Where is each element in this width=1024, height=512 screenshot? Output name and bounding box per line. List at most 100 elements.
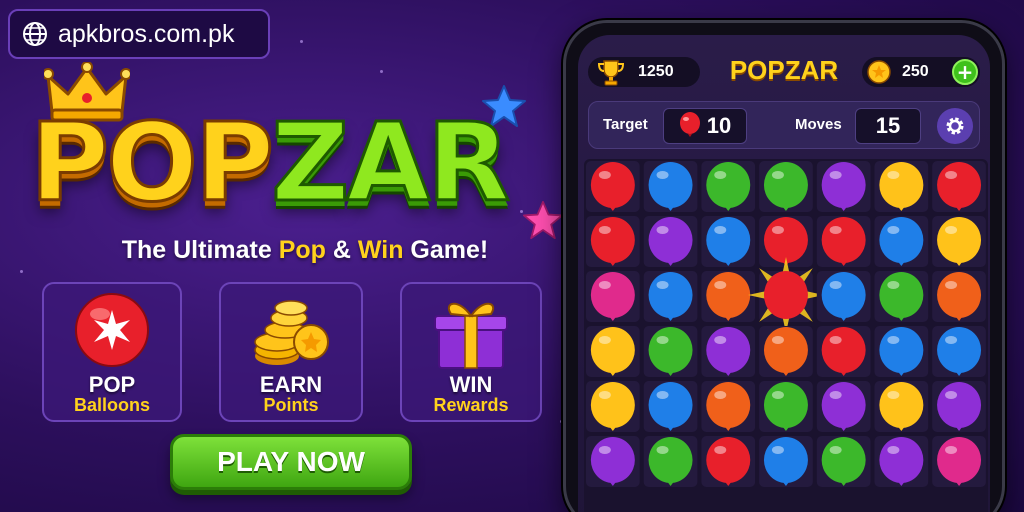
balloon-shine — [945, 171, 958, 179]
balloon-shine — [945, 281, 958, 289]
balloon[interactable] — [706, 162, 751, 208]
balloon[interactable] — [706, 217, 751, 263]
tagline: The Ultimate Pop & Win Game! — [0, 236, 610, 265]
balloon[interactable] — [937, 382, 982, 428]
balloon-shine — [771, 171, 784, 179]
balloon[interactable] — [879, 327, 924, 373]
balloon-shine — [656, 226, 669, 234]
balloon[interactable] — [879, 437, 924, 483]
balloon[interactable] — [706, 272, 751, 318]
stats-bar: Target 10 Moves 15 — [588, 101, 980, 149]
logo-zar-text: ZAR — [270, 101, 512, 226]
popping-balloon[interactable] — [763, 271, 808, 319]
tagline-pop: Pop — [278, 236, 326, 264]
balloon-shine — [656, 171, 669, 179]
balloon-shine — [598, 281, 611, 289]
balloon[interactable] — [590, 162, 635, 208]
tagline-post: Game! — [403, 236, 489, 264]
balloon[interactable] — [937, 437, 982, 483]
balloon-shine — [829, 446, 842, 454]
balloon[interactable] — [879, 162, 924, 208]
balloon[interactable] — [706, 382, 751, 428]
balloon-shine — [714, 446, 727, 454]
balloon[interactable] — [648, 437, 693, 483]
balloon[interactable] — [821, 437, 866, 483]
balloon[interactable] — [879, 272, 924, 318]
tagline-win: Win — [357, 236, 404, 264]
balloon-grid — [586, 161, 986, 487]
balloon[interactable] — [648, 272, 693, 318]
balloon[interactable] — [590, 382, 635, 428]
balloon[interactable] — [821, 217, 866, 263]
balloon[interactable] — [590, 327, 635, 373]
balloon[interactable] — [648, 162, 693, 208]
balloon[interactable] — [821, 327, 866, 373]
balloon[interactable] — [590, 217, 635, 263]
balloon[interactable] — [937, 272, 982, 318]
balloon[interactable] — [648, 382, 693, 428]
coins-icon — [254, 300, 329, 365]
settings-button[interactable] — [937, 108, 973, 144]
balloon[interactable] — [590, 437, 635, 483]
balloon-shine — [887, 391, 900, 399]
gear-icon — [946, 117, 964, 135]
balloon-shine — [887, 171, 900, 179]
balloon[interactable] — [821, 162, 866, 208]
balloon-shine — [829, 171, 842, 179]
red-balloon-icon — [679, 112, 700, 137]
sparkle — [20, 270, 23, 273]
balloon[interactable] — [763, 217, 808, 263]
balloon[interactable] — [821, 382, 866, 428]
coin-counter: 250 + — [862, 57, 980, 87]
balloon-shine — [771, 336, 784, 344]
balloon-shine — [829, 336, 842, 344]
balloon[interactable] — [879, 217, 924, 263]
tagline-mid: & — [325, 236, 358, 264]
tagline-pre: The Ultimate — [121, 236, 279, 264]
target-label: Target — [603, 116, 648, 133]
gift-icon — [434, 302, 508, 369]
balloon-shine — [656, 446, 669, 454]
balloon-shine — [714, 226, 727, 234]
feature-subtitle: Points — [263, 395, 319, 415]
balloon[interactable] — [763, 437, 808, 483]
play-now-button[interactable]: PLAY NOW — [170, 434, 412, 490]
feature-card-pop: POP Balloons — [42, 282, 182, 422]
globe-icon — [23, 22, 47, 46]
balloon[interactable] — [763, 382, 808, 428]
game-screen: 1250 POPZAR 250 + Target 10 Moves 15 — [578, 35, 990, 512]
balloon-shine — [598, 446, 611, 454]
balloon[interactable] — [706, 327, 751, 373]
balloon[interactable] — [706, 437, 751, 483]
balloon[interactable] — [937, 217, 982, 263]
balloon-shine — [945, 446, 958, 454]
game-logo: POPZAR — [28, 62, 570, 252]
balloon-shine — [714, 336, 727, 344]
coin-icon — [867, 60, 891, 84]
balloon[interactable] — [937, 162, 982, 208]
logo-text: POPZAR — [28, 108, 511, 219]
balloon[interactable] — [648, 217, 693, 263]
balloon[interactable] — [590, 272, 635, 318]
balloon-shine — [656, 391, 669, 399]
website-badge[interactable]: apkbros.com.pk — [8, 9, 270, 59]
balloon[interactable] — [821, 272, 866, 318]
balloon-shine — [771, 446, 784, 454]
balloon-shine — [656, 281, 669, 289]
balloon-shine — [598, 391, 611, 399]
coin-count: 250 — [902, 63, 929, 80]
balloon[interactable] — [937, 327, 982, 373]
balloon-shine — [945, 391, 958, 399]
balloon[interactable] — [879, 382, 924, 428]
balloon[interactable] — [763, 162, 808, 208]
balloon[interactable] — [648, 327, 693, 373]
feature-subtitle: Balloons — [73, 395, 150, 415]
target-value: 10 — [706, 113, 732, 138]
balloon-board — [584, 159, 988, 512]
add-coins-button[interactable]: + — [952, 59, 978, 85]
balloon-shine — [829, 226, 842, 234]
balloon-shine — [887, 281, 900, 289]
balloon-shine — [598, 336, 611, 344]
website-url: apkbros.com.pk — [58, 19, 235, 48]
balloon[interactable] — [763, 327, 808, 373]
